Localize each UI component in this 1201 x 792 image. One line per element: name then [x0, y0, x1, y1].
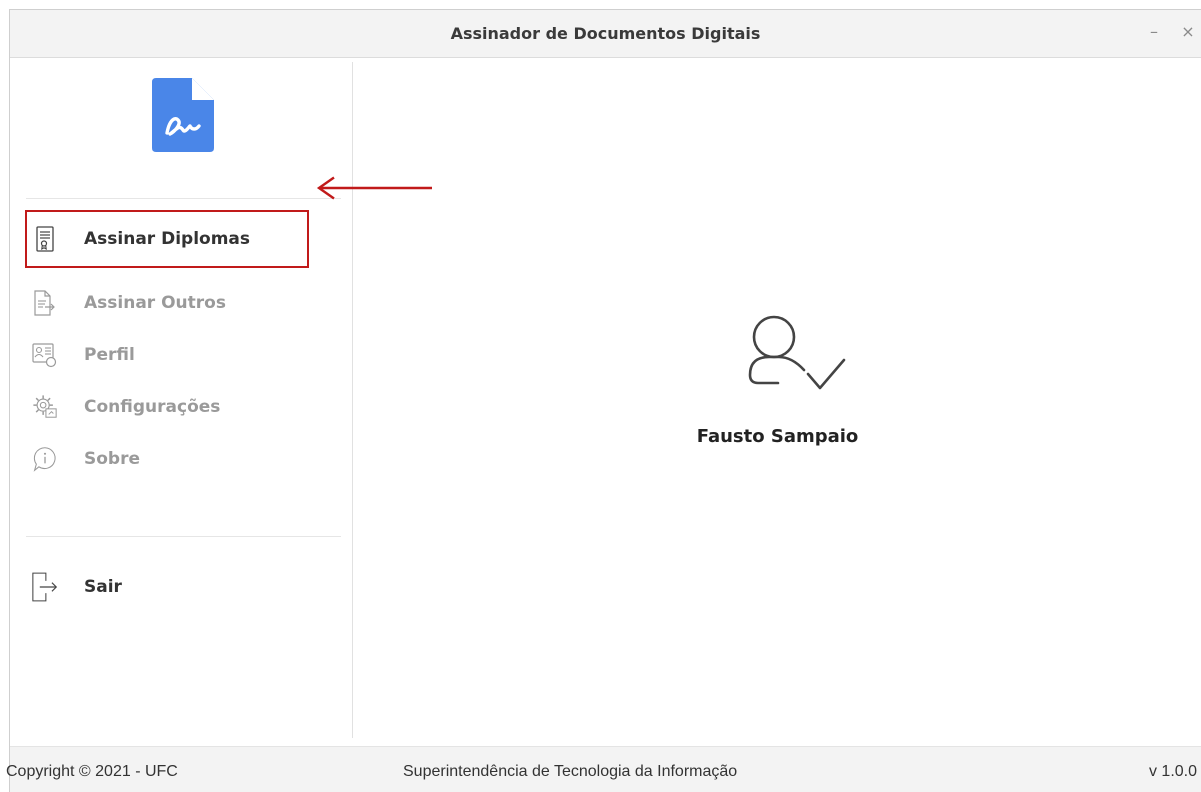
- gear-icon: [32, 394, 58, 420]
- user-name: Fausto Sampaio: [696, 426, 859, 447]
- footer-copyright: Copyright © 2021 - UFC: [6, 763, 178, 780]
- sidebar-item-label: Assinar Diplomas: [84, 229, 251, 249]
- sidebar-item-sobre[interactable]: Sobre: [26, 436, 310, 482]
- close-button[interactable]: ×: [1181, 22, 1195, 42]
- sidebar-divider-top: [26, 198, 341, 199]
- sidebar-item-label: Sobre: [84, 449, 141, 469]
- sidebar-item-sair[interactable]: Sair: [26, 564, 310, 610]
- footer: Copyright © 2021 - UFC Superintendência …: [6, 746, 1201, 792]
- sidebar-item-label: Sair: [84, 577, 122, 597]
- sidebar-item-assinar-outros[interactable]: Assinar Outros: [26, 280, 310, 326]
- main-panel: Fausto Sampaio: [353, 58, 1201, 746]
- profile-card-icon: [32, 342, 58, 368]
- sidebar-item-configuracoes[interactable]: Configurações: [26, 384, 310, 430]
- sidebar-item-label: Assinar Outros: [84, 293, 226, 313]
- window-controls: – ×: [1147, 22, 1195, 42]
- info-bubble-icon: [32, 446, 58, 472]
- diploma-icon: [32, 226, 58, 252]
- sidebar-divider-bottom: [26, 536, 341, 537]
- sidebar-item-assinar-diplomas[interactable]: Assinar Diplomas: [26, 216, 310, 262]
- window-title: Assinador de Documentos Digitais: [450, 24, 761, 43]
- user-check-icon: [748, 315, 846, 390]
- footer-version: v 1.0.0: [1148, 763, 1197, 780]
- sidebar-item-label: Perfil: [84, 345, 135, 365]
- sidebar: Assinar Diplomas Assinar Outros Perfil C…: [10, 58, 353, 746]
- sidebar-item-label: Configurações: [84, 397, 221, 417]
- app-window: Assinador de Documentos Digitais – × Ass…: [6, 9, 1201, 792]
- footer-organization: Superintendência de Tecnologia da Inform…: [403, 763, 738, 780]
- minimize-button[interactable]: –: [1147, 22, 1161, 42]
- sidebar-item-perfil[interactable]: Perfil: [26, 332, 310, 378]
- document-export-icon: [32, 290, 58, 316]
- logout-icon: [32, 572, 58, 602]
- document-signature-icon: [152, 78, 214, 152]
- title-bar: Assinador de Documentos Digitais – ×: [10, 10, 1201, 58]
